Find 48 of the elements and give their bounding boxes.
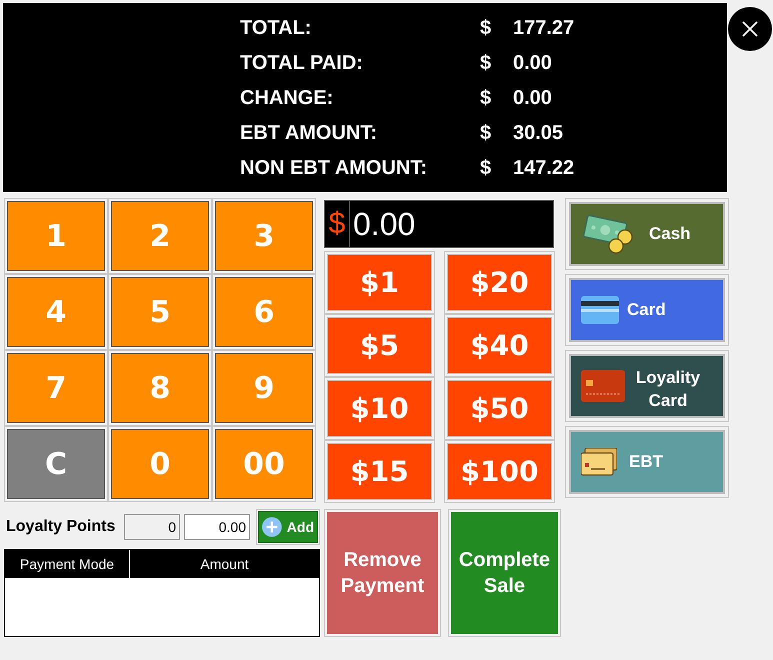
summary-label: NON EBT AMOUNT: (240, 157, 428, 180)
loyalty-points-label: Loyalty Points (6, 518, 116, 536)
currency-symbol: $ (480, 122, 492, 145)
keypad-key[interactable]: 4 (7, 277, 105, 347)
quick-amount-button[interactable]: $10 (327, 380, 432, 437)
summary-label: TOTAL PAID: (240, 52, 364, 75)
summary-value: 0.00 (513, 52, 553, 75)
summary-value: 147.22 (513, 157, 576, 180)
summary-label: EBT AMOUNT: (240, 122, 378, 145)
summary-value: 177.27 (513, 17, 576, 40)
quick-amount-button[interactable]: $5 (327, 317, 432, 374)
quick-amount-button[interactable]: $1 (327, 254, 432, 311)
keypad-key[interactable]: 6 (215, 277, 313, 347)
column-header: Amount (199, 555, 250, 574)
quick-amount-button[interactable]: $20 (447, 254, 552, 311)
currency-symbol: $ (480, 17, 492, 40)
action-button[interactable]: Remove Payment (327, 512, 438, 634)
keypad-key[interactable]: 00 (215, 429, 313, 499)
points-field[interactable]: 0 (124, 514, 180, 540)
payment-method-button[interactable]: Loyality Card (569, 354, 725, 418)
summary-label: TOTAL: (240, 17, 312, 40)
quick-amount-button[interactable]: $40 (447, 317, 552, 374)
add-button[interactable]: Add (258, 511, 318, 543)
keypad-key[interactable]: 8 (111, 353, 209, 423)
amount-field[interactable]: 0.00 (184, 514, 250, 540)
summary-label: CHANGE: (240, 87, 334, 110)
keypad-key[interactable]: 7 (7, 353, 105, 423)
payment-method-button[interactable]: Card (569, 278, 725, 342)
keypad-key[interactable]: 5 (111, 277, 209, 347)
keypad-key[interactable]: 1 (7, 201, 105, 271)
keypad-key[interactable]: 3 (215, 201, 313, 271)
keypad-key[interactable]: 0 (111, 429, 209, 499)
payment-method-button[interactable]: Cash (569, 202, 725, 266)
keypad-key[interactable]: 9 (215, 353, 313, 423)
summary-value: 30.05 (513, 122, 564, 145)
currency-symbol: $ (480, 87, 492, 110)
currency-symbol: $ (480, 52, 492, 75)
quick-amount-button[interactable]: $100 (447, 443, 552, 500)
column-header: Payment Mode (5, 550, 130, 578)
keypad-key[interactable]: C (7, 429, 105, 499)
keypad-key[interactable]: 2 (111, 201, 209, 271)
amount-value: 0.00 (352, 206, 416, 242)
quick-amount-button[interactable]: $50 (447, 380, 552, 437)
payment-method-button[interactable]: EBT (569, 430, 725, 494)
summary-value: 0.00 (513, 87, 553, 110)
quick-amount-button[interactable]: $15 (327, 443, 432, 500)
currency-symbol: $ (480, 157, 492, 180)
action-button[interactable]: Complete Sale (450, 512, 558, 634)
